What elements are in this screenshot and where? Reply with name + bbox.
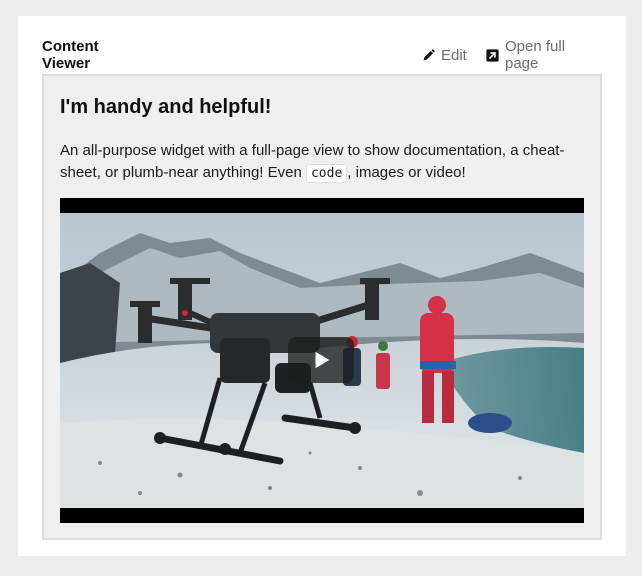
content-viewer-card: Content Viewer Edit Open full page I'm h… <box>18 16 626 556</box>
inline-code: code <box>305 164 348 183</box>
pencil-icon <box>423 48 435 60</box>
tab-title-label: Content Viewer <box>42 38 99 72</box>
content-description: An all-purpose widget with a full-page v… <box>60 140 580 185</box>
content-panel: I'm handy and helpful! An all-purpose wi… <box>42 74 602 540</box>
open-full-page-label: Open full page <box>505 38 566 72</box>
description-text-end: , images or video! <box>347 164 466 181</box>
content-heading: I'm handy and helpful! <box>60 96 272 118</box>
play-icon <box>315 351 330 369</box>
play-button[interactable] <box>288 337 354 383</box>
video-player[interactable] <box>60 198 584 523</box>
external-link-icon <box>486 48 499 62</box>
edit-label: Edit <box>441 46 467 64</box>
